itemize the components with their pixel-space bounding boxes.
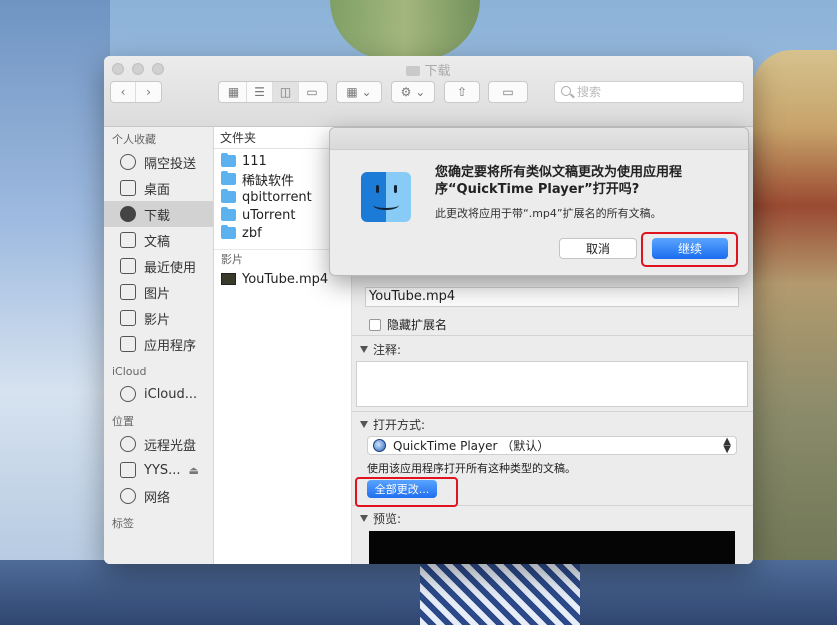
recents-icon	[120, 258, 136, 274]
sidebar-item-desktop[interactable]: 桌面	[104, 175, 213, 201]
sidebar-heading-icloud: iCloud	[112, 365, 147, 378]
sidebar-heading-locations: 位置	[112, 415, 134, 428]
quicktime-icon	[373, 439, 386, 452]
documents-icon	[120, 232, 136, 248]
video-preview[interactable]	[369, 531, 735, 564]
title-bar[interactable]: 下载 ‹ › ▦ ☰ ◫ ▭ ▦ ⌄ ⚙ ⌄ ⇧ ▭ 搜索	[104, 56, 753, 127]
cancel-button[interactable]: 取消	[559, 238, 637, 259]
desktop-wallpaper	[0, 0, 110, 560]
movies-icon	[120, 310, 136, 326]
highlight-change-all	[355, 477, 458, 507]
hide-extension-checkbox[interactable]: 隐藏扩展名	[369, 316, 447, 333]
finder-icon	[361, 172, 411, 222]
movie-file-icon	[221, 273, 236, 285]
gallery-view-icon[interactable]: ▭	[299, 82, 325, 102]
applications-icon	[120, 336, 136, 352]
dialog-title: 您确定要将所有类似文稿更改为使用应用程序“QuickTime Player”打开…	[435, 165, 683, 197]
window-title: 下载	[104, 60, 753, 79]
gear-icon: ⚙ ⌄	[400, 85, 426, 99]
open-with-select[interactable]: QuickTime Player （默认） ▲ ▼	[367, 436, 737, 455]
drive-icon	[120, 462, 136, 478]
tag-icon: ▭	[502, 85, 514, 99]
search-icon	[561, 86, 571, 96]
search-input[interactable]: 搜索	[554, 81, 744, 103]
nav-buttons: ‹ ›	[110, 81, 162, 103]
cloud-icon	[120, 386, 136, 402]
folder-icon	[221, 189, 236, 203]
forward-button[interactable]: ›	[136, 82, 161, 102]
sidebar-heading-favorites: 个人收藏	[112, 133, 156, 146]
airdrop-icon	[120, 154, 136, 170]
sidebar-item-documents[interactable]: 文稿	[104, 227, 213, 253]
sidebar-item-applications[interactable]: 应用程序	[104, 331, 213, 357]
sidebar: 个人收藏 隔空投送 桌面 下载 文稿 最近使用 图片 影片 应用程序 iClou…	[104, 127, 214, 564]
group-icon: ▦ ⌄	[346, 85, 372, 99]
disclosure-triangle-icon	[360, 346, 368, 353]
sidebar-item-recents[interactable]: 最近使用	[104, 253, 213, 279]
icon-view-icon[interactable]: ▦	[221, 82, 247, 102]
folder-icon	[221, 171, 236, 185]
share-button[interactable]: ⇧	[444, 81, 480, 103]
dialog-message: 此更改将应用于带“.mp4”扩展名的所有文稿。	[435, 207, 662, 220]
downloads-icon	[120, 206, 136, 222]
column-view-icon[interactable]: ◫	[273, 82, 299, 102]
filename-field[interactable]: YouTube.mp4	[365, 287, 739, 307]
sidebar-item-drive[interactable]: YYS... ⏏	[104, 457, 213, 483]
folder-icon	[221, 153, 236, 167]
share-icon: ⇧	[456, 85, 468, 99]
back-button[interactable]: ‹	[111, 82, 137, 102]
disclosure-triangle-icon	[360, 421, 368, 428]
sidebar-item-icloud-drive[interactable]: iCloud...	[104, 381, 213, 407]
wallpaper-tree	[330, 0, 480, 60]
open-with-section-toggle[interactable]: 打开方式:	[360, 416, 425, 433]
pictures-icon	[120, 284, 136, 300]
wallpaper-figure	[752, 50, 837, 570]
disc-icon	[120, 436, 136, 452]
comments-section-toggle[interactable]: 注释:	[360, 341, 401, 358]
wallpaper-ground	[0, 560, 837, 625]
sidebar-item-airdrop[interactable]: 隔空投送	[104, 149, 213, 175]
sidebar-item-remote-disc[interactable]: 远程光盘	[104, 431, 213, 457]
sidebar-item-pictures[interactable]: 图片	[104, 279, 213, 305]
view-switcher: ▦ ☰ ◫ ▭	[218, 81, 328, 103]
wallpaper-cloth	[420, 560, 580, 625]
eject-icon[interactable]: ⏏	[189, 464, 199, 477]
network-icon	[120, 488, 136, 504]
list-view-icon[interactable]: ☰	[247, 82, 273, 102]
sidebar-item-downloads[interactable]: 下载	[104, 201, 213, 227]
sidebar-item-movies[interactable]: 影片	[104, 305, 213, 331]
sidebar-heading-tags: 标签	[112, 517, 134, 530]
highlight-continue	[641, 232, 738, 267]
folder-icon	[221, 225, 236, 239]
open-with-help-text: 使用该应用程序打开所有这种类型的文稿。	[367, 462, 576, 475]
sidebar-item-network[interactable]: 网络	[104, 483, 213, 509]
chevron-updown-icon: ▲ ▼	[723, 436, 731, 455]
group-button[interactable]: ▦ ⌄	[336, 81, 382, 103]
comments-textarea[interactable]	[356, 361, 748, 407]
disclosure-triangle-icon	[360, 515, 368, 522]
folder-icon	[406, 66, 421, 76]
folder-icon	[221, 207, 236, 221]
preview-section-toggle[interactable]: 预览:	[360, 510, 401, 527]
action-button[interactable]: ⚙ ⌄	[391, 81, 435, 103]
desktop-icon	[120, 180, 136, 196]
tags-button[interactable]: ▭	[488, 81, 528, 103]
